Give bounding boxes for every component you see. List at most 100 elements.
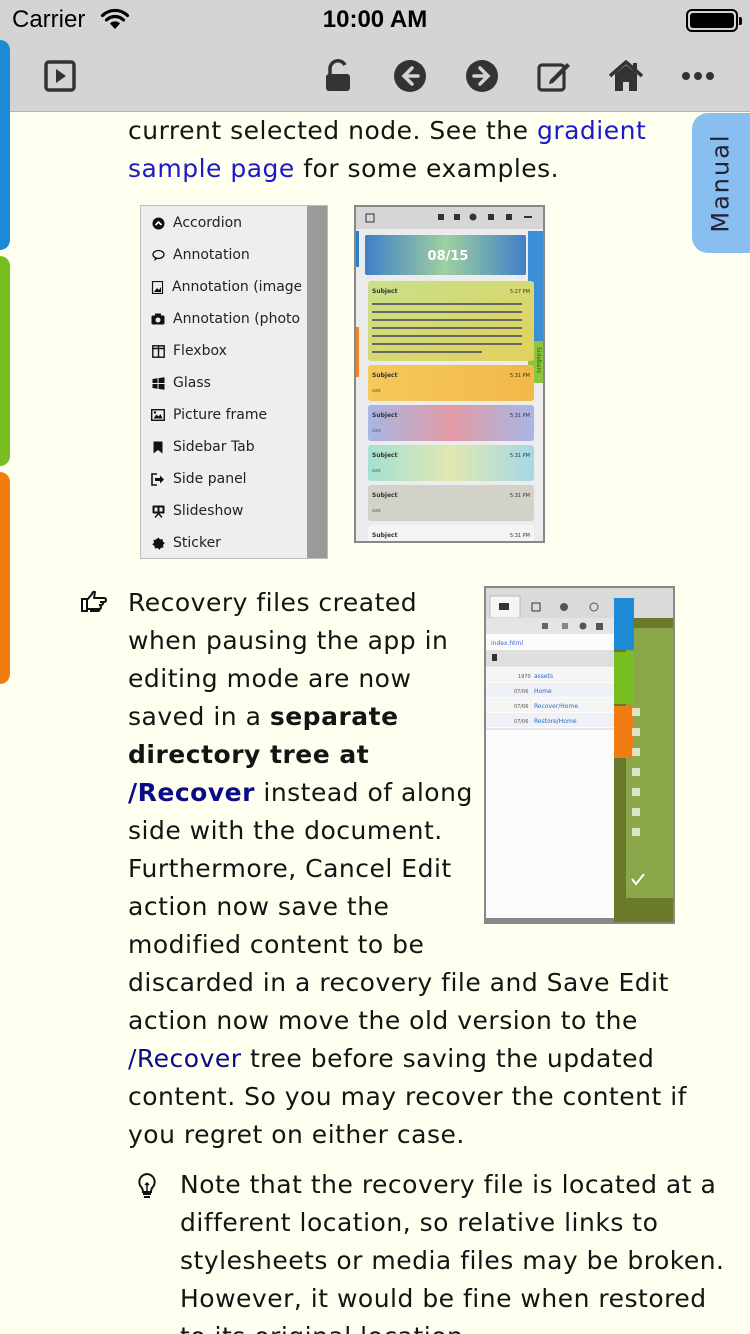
menu-item: Annotation (image	[151, 275, 301, 299]
menu-item: Side panel	[151, 467, 301, 491]
svg-text:5:31 PM: 5:31 PM	[510, 373, 530, 379]
intro-text-2: for some examples.	[294, 154, 560, 183]
svg-text:Subject: Subject	[372, 532, 398, 539]
recovery-line: Recovery files created	[128, 588, 418, 617]
svg-text:Sidebars: Sidebars	[535, 347, 542, 373]
menu-item: Flexbox	[151, 339, 301, 363]
menu-item-label: Slideshow	[173, 503, 244, 519]
back-button[interactable]	[390, 56, 430, 96]
home-icon	[608, 60, 644, 91]
edit-icon	[537, 63, 570, 92]
svg-text:xxx: xxx	[372, 428, 381, 434]
unlock-button[interactable]	[318, 56, 358, 96]
manual-tab-label: Manual	[707, 133, 735, 233]
menu-item: Slideshow	[151, 499, 301, 523]
recovery-line: modified content to be	[128, 930, 425, 959]
recovery-line: discarded in a recovery file and Save Ed…	[128, 968, 669, 997]
svg-text:Subject: Subject	[372, 412, 398, 419]
menu-item-label: Sidebar Tab	[173, 439, 255, 455]
camera-icon	[151, 312, 165, 326]
toolbar	[0, 40, 750, 112]
menu-item-label: Flexbox	[173, 343, 227, 359]
note-line: However, it would be fine when restored	[180, 1284, 707, 1313]
svg-text:Subject: Subject	[372, 452, 398, 459]
columns-icon	[151, 344, 165, 358]
status-bar: Carrier 10:00 AM	[0, 0, 750, 40]
recovery-line: when pausing the app in	[128, 626, 449, 655]
play-icon	[44, 60, 76, 92]
manual-tab[interactable]: Manual	[692, 113, 750, 253]
menu-item: Sidebar Tab	[151, 435, 301, 459]
note-paragraph: Note that the recovery file is located a…	[180, 1166, 740, 1334]
forward-button[interactable]	[462, 56, 502, 96]
recovery-line: action now move the old version to the	[128, 1006, 638, 1035]
menu-item-label: Annotation (image	[172, 279, 301, 295]
chevron-up-circle-icon	[151, 216, 165, 230]
menu-item-label: Accordion	[173, 215, 243, 231]
svg-text:5:31 PM: 5:31 PM	[510, 533, 530, 539]
recovery-text: tree before saving the updated	[241, 1044, 655, 1073]
recovery-line: you regret on either case.	[128, 1120, 465, 1149]
recovery-line: editing mode are now	[128, 664, 412, 693]
more-icon	[682, 72, 714, 80]
menu-item: Accordion	[151, 211, 301, 235]
lightbulb-icon	[136, 1172, 158, 1200]
bookmark-icon	[151, 440, 165, 454]
recovery-bold-text: separate	[269, 702, 399, 731]
edit-button[interactable]	[534, 56, 574, 96]
side-tab-blue[interactable]	[0, 40, 10, 250]
menu-item: Annotation	[151, 243, 301, 267]
intro-paragraph: current selected node. See the gradient …	[128, 112, 648, 188]
menu-item: Sticker	[151, 531, 301, 555]
svg-text:5:27 PM: 5:27 PM	[510, 289, 530, 295]
sign-out-icon	[151, 472, 165, 486]
side-tab-green[interactable]	[0, 256, 10, 466]
forward-arrow-icon	[466, 60, 498, 92]
menu-item: Picture frame	[151, 403, 301, 427]
menu-item-label: Annotation (photo	[173, 311, 301, 327]
recovery-text: instead of along	[254, 778, 473, 807]
recovery-paragraph: Recovery files created when pausing the …	[128, 584, 688, 1154]
preview-date: 08/15	[428, 249, 469, 264]
recovery-line: action now save the	[128, 892, 390, 921]
note-line: stylesheets or media files may be broken…	[180, 1246, 725, 1275]
note-line: to its original location.	[180, 1318, 740, 1334]
svg-text:5:31 PM: 5:31 PM	[510, 413, 530, 419]
menu-screenshot: Accordion Annotation Annotation (image A…	[140, 205, 328, 559]
battery-icon	[686, 9, 742, 32]
menu-scrollbar	[307, 206, 327, 558]
menu-item: Annotation (photo	[151, 307, 301, 331]
menu-item-label: Sticker	[173, 535, 221, 551]
recover-dir-code: /Recover	[128, 1044, 242, 1073]
play-button[interactable]	[40, 56, 80, 96]
recovery-line: /Recover tree before saving the updated	[128, 1040, 688, 1078]
svg-text:xxx: xxx	[372, 508, 381, 514]
side-tab-orange[interactable]	[0, 472, 10, 684]
menu-item-label: Glass	[173, 375, 211, 391]
note-line: Note that the recovery file is located a…	[180, 1170, 717, 1199]
windows-icon	[151, 376, 165, 390]
menu-item: Glass	[151, 371, 301, 395]
unlock-icon	[326, 59, 350, 91]
image-file-icon	[151, 280, 164, 294]
svg-text:xxx: xxx	[372, 388, 381, 394]
recover-dir-code: /Recover	[128, 778, 255, 807]
recovery-line: Furthermore, Cancel Edit	[128, 854, 452, 883]
svg-text:Subject: Subject	[372, 372, 398, 379]
sticker-icon	[151, 536, 165, 550]
back-arrow-icon	[394, 60, 426, 92]
pointing-hand-icon	[80, 589, 108, 615]
phone-preview-screenshot: 08/15 Subject 5:27 PM Subject 5:31 PM xx…	[354, 205, 545, 543]
svg-text:5:31 PM: 5:31 PM	[510, 453, 530, 459]
svg-text:5:31 PM: 5:31 PM	[510, 493, 530, 499]
svg-text:Subject: Subject	[372, 492, 398, 499]
recovery-bold-line: directory tree at	[128, 740, 370, 769]
slideshow-icon	[151, 504, 165, 518]
menu-item-label: Picture frame	[173, 407, 268, 423]
recovery-line: /Recover instead of along	[128, 774, 688, 812]
menu-item-label: Annotation	[173, 247, 250, 263]
recovery-line: content. So you may recover the content …	[128, 1082, 687, 1111]
home-button[interactable]	[606, 56, 646, 96]
svg-text:Subject: Subject	[372, 288, 398, 295]
more-button[interactable]	[678, 56, 718, 96]
